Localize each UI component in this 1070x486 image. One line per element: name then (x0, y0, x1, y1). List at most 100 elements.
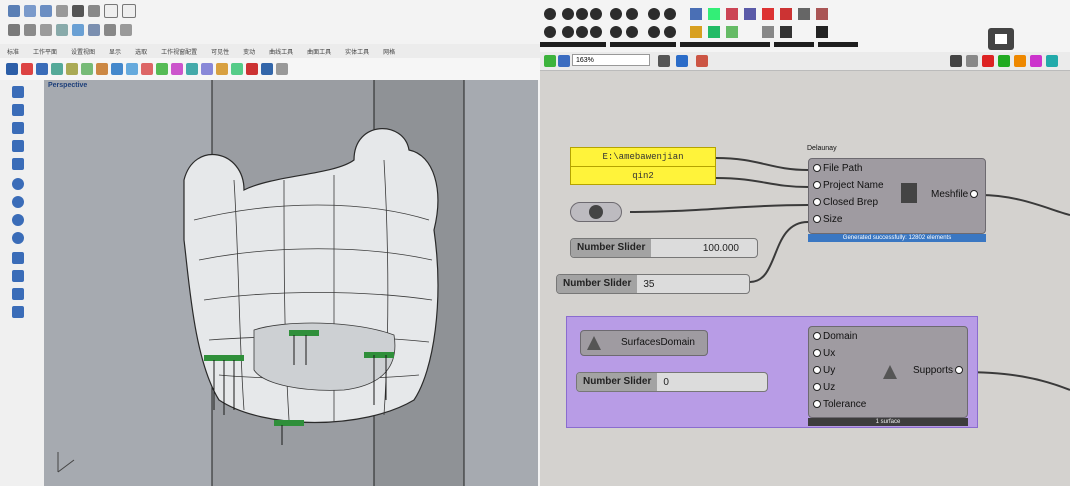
side-sphere-icon[interactable] (12, 178, 24, 190)
gh-icon[interactable] (708, 26, 720, 38)
save-file-icon[interactable] (558, 55, 570, 67)
input-uy[interactable]: Uy (813, 365, 835, 376)
gh-icon[interactable] (708, 8, 720, 20)
curve-icon[interactable] (51, 63, 63, 75)
open-file-icon[interactable] (544, 55, 556, 67)
side-render-icon[interactable] (12, 306, 24, 318)
gh-icon[interactable] (648, 26, 660, 38)
tab-surface-tools[interactable]: 曲面工具 (300, 47, 338, 56)
side-ellipsoid-icon[interactable] (12, 232, 24, 244)
gh-icon[interactable] (690, 8, 702, 20)
gh-icon[interactable] (664, 8, 676, 20)
gh-icon[interactable] (610, 8, 622, 20)
input-project-name[interactable]: Project Name (813, 180, 884, 191)
print-icon[interactable] (56, 5, 68, 17)
mesh-icon[interactable] (231, 63, 243, 75)
help-icon[interactable] (104, 4, 118, 18)
gh-icon[interactable] (576, 8, 588, 20)
input-domain[interactable]: Domain (813, 331, 857, 342)
tab-display[interactable]: 显示 (102, 47, 128, 56)
tab-curve-tools[interactable]: 曲线工具 (262, 47, 300, 56)
zoom-extents-icon[interactable] (658, 55, 670, 67)
rectangle-icon[interactable] (96, 63, 108, 75)
selected-icon[interactable] (1014, 55, 1026, 67)
analyze-icon[interactable] (276, 63, 288, 75)
gh-icon[interactable] (590, 26, 602, 38)
select-icon[interactable] (6, 63, 18, 75)
input-closed-brep[interactable]: Closed Brep (813, 197, 878, 208)
supports-component[interactable]: Domain Ux Uy Uz Tolerance Supports (808, 326, 968, 418)
grasshopper-icon[interactable] (261, 63, 273, 75)
gh-icon[interactable] (780, 26, 792, 38)
side-cylinder-icon[interactable] (12, 196, 24, 208)
tab-visibility[interactable]: 可见性 (204, 47, 236, 56)
sweep-icon[interactable] (171, 63, 183, 75)
surface-icon[interactable] (126, 63, 138, 75)
pan-icon[interactable] (88, 24, 100, 36)
side-transform-icon[interactable] (12, 252, 24, 264)
gh-icon[interactable] (544, 26, 556, 38)
gh-icon[interactable] (544, 8, 556, 20)
boolean-toggle[interactable] (570, 202, 622, 222)
input-ux[interactable]: Ux (813, 348, 835, 359)
globe-icon[interactable] (1046, 55, 1058, 67)
new-icon[interactable] (8, 5, 20, 17)
tab-select[interactable]: 选取 (128, 47, 154, 56)
side-dimension-icon[interactable] (12, 270, 24, 282)
circle-icon[interactable] (66, 63, 78, 75)
revolve-icon[interactable] (186, 63, 198, 75)
fillet-icon[interactable] (216, 63, 228, 75)
input-size[interactable]: Size (813, 214, 842, 225)
gh-icon[interactable] (726, 26, 738, 38)
extrude-icon[interactable] (141, 63, 153, 75)
open-icon[interactable] (24, 5, 36, 17)
gh-icon[interactable] (762, 8, 774, 20)
undo-icon[interactable] (56, 24, 68, 36)
side-analysis-icon[interactable] (12, 288, 24, 300)
gh-icon[interactable] (626, 8, 638, 20)
shaded-icon[interactable] (998, 55, 1010, 67)
gh-icon[interactable] (626, 26, 638, 38)
input-tolerance[interactable]: Tolerance (813, 399, 866, 410)
number-slider-35[interactable]: Number Slider 35 (556, 274, 750, 294)
input-file-path[interactable]: File Path (813, 163, 862, 174)
preview-icon[interactable] (676, 55, 688, 67)
boolean-icon[interactable] (201, 63, 213, 75)
gh-icon[interactable] (816, 8, 828, 20)
tab-solid-tools[interactable]: 实体工具 (338, 47, 376, 56)
render-icon[interactable] (246, 63, 258, 75)
tab-standard[interactable]: 标准 (0, 47, 26, 56)
info-icon[interactable] (122, 4, 136, 18)
bake-icon[interactable] (950, 55, 962, 67)
side-line-icon[interactable] (12, 104, 24, 116)
tab-cplane[interactable]: 工作平面 (26, 47, 64, 56)
gh-icon[interactable] (798, 8, 810, 20)
gh-icon[interactable] (816, 26, 828, 38)
gh-icon[interactable] (744, 8, 756, 20)
number-slider-size[interactable]: Number Slider 100.000 (570, 238, 758, 258)
sketch-icon[interactable] (696, 55, 708, 67)
input-uz[interactable]: Uz (813, 382, 835, 393)
tab-mesh[interactable]: 网格 (376, 47, 402, 56)
point-icon[interactable] (21, 63, 33, 75)
properties-icon[interactable] (72, 5, 84, 17)
copy-icon[interactable] (24, 24, 36, 36)
side-solid-icon[interactable] (12, 158, 24, 170)
redo-icon[interactable] (120, 24, 132, 36)
output-supports[interactable]: Supports (913, 365, 965, 376)
side-surface-icon[interactable] (12, 140, 24, 152)
gh-icon[interactable] (648, 8, 660, 20)
output-meshfile[interactable]: Meshfile (931, 189, 980, 200)
delaunay-component[interactable]: Delaunay File Path Project Name Closed B… (807, 145, 986, 234)
tab-transform[interactable]: 变动 (236, 47, 262, 56)
side-point-icon[interactable] (12, 86, 24, 98)
loft-icon[interactable] (156, 63, 168, 75)
surfaces-domain-param[interactable]: SurfacesDomain (580, 330, 708, 356)
number-slider-0[interactable]: Number Slider 0 (576, 372, 768, 392)
display-icon[interactable] (1030, 55, 1042, 67)
gh-icon[interactable] (780, 8, 792, 20)
gh-icon[interactable] (690, 26, 702, 38)
gh-icon[interactable] (590, 8, 602, 20)
rotate-icon[interactable] (104, 24, 116, 36)
gh-icon[interactable] (562, 8, 574, 20)
